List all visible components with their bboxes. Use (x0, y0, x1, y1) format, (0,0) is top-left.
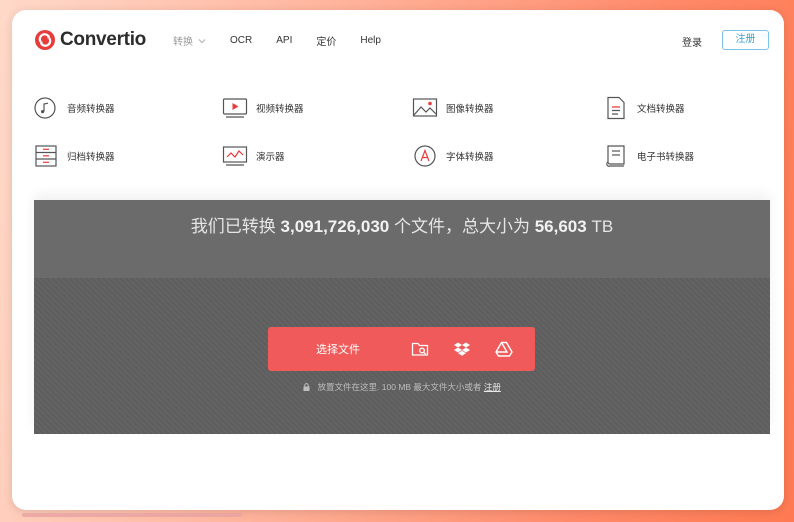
archive-icon (35, 145, 57, 167)
drop-hint: 放置文件在这里. 100 MB 最大文件大小或者 注册 (34, 381, 770, 393)
music-note-icon (34, 97, 56, 119)
menu-label-font: 字体转换器 (446, 152, 494, 163)
register-button[interactable]: 注册 (722, 30, 769, 50)
menu-item-video[interactable]: 视频转换器 (222, 96, 304, 120)
ebook-icon (606, 145, 625, 167)
nav-api[interactable]: API (276, 35, 292, 46)
total-size: 56,603 (534, 217, 587, 236)
lock-icon (303, 383, 310, 391)
nav-help[interactable]: Help (360, 35, 381, 46)
upload-hero: 我们已转换 3,091,726,030 个文件，总大小为 56,603 TB 选… (34, 200, 770, 434)
menu-label-archive: 归档转换器 (67, 152, 115, 163)
menu-label-ebook: 电子书转换器 (637, 152, 695, 163)
drop-hint-text: 放置文件在这里. 100 MB 最大文件大小或者 (317, 382, 482, 392)
menu-label-video: 视频转换器 (256, 104, 304, 115)
convertio-logo-icon (35, 30, 55, 50)
stats-middle: 个文件，总大小为 (393, 217, 530, 236)
stats-prefix: 我们已转换 (190, 217, 276, 236)
presentation-icon (222, 146, 248, 166)
choose-files-button[interactable]: 选择文件 (268, 327, 535, 371)
menu-label-document: 文档转换器 (637, 104, 685, 115)
choose-files-label: 选择文件 (316, 344, 360, 356)
browser-window: Convertio 转换 OCR API 定价 Help 登录 注册 音频转换器… (12, 10, 784, 510)
folder-search-icon[interactable] (411, 340, 429, 358)
size-unit: TB (591, 217, 614, 236)
video-player-icon (222, 98, 248, 118)
menu-label-audio: 音频转换器 (67, 104, 115, 115)
menu-item-archive[interactable]: 归档转换器 (33, 144, 115, 168)
image-icon (412, 98, 438, 117)
google-drive-icon[interactable] (495, 340, 513, 358)
main-nav: 转换 OCR API 定价 Help (173, 33, 405, 48)
nav-convert-label: 转换 (173, 37, 193, 48)
menu-item-document[interactable]: 文档转换器 (603, 96, 685, 120)
menu-item-audio[interactable]: 音频转换器 (33, 96, 115, 120)
menu-item-ebook[interactable]: 电子书转换器 (603, 144, 694, 168)
register-link[interactable]: 注册 (484, 382, 501, 392)
document-icon (607, 96, 625, 120)
nav-convert[interactable]: 转换 (173, 33, 206, 48)
menu-label-presentation: 演示器 (256, 152, 285, 163)
dropbox-icon[interactable] (453, 340, 471, 358)
conversion-stats: 我们已转换 3,091,726,030 个文件，总大小为 56,603 TB (34, 212, 770, 237)
files-count: 3,091,726,030 (280, 217, 390, 236)
site-header: Convertio 转换 OCR API 定价 Help 登录 注册 (12, 10, 784, 72)
menu-item-image[interactable]: 图像转换器 (412, 96, 494, 120)
nav-pricing[interactable]: 定价 (316, 33, 336, 48)
converters-menu: 音频转换器 视频转换器 图像转换器 文档转换器 归档转换器 演示器 字体转换器 … (12, 80, 784, 198)
taskbar-indicator (22, 513, 242, 517)
chevron-down-icon (198, 38, 206, 43)
nav-ocr[interactable]: OCR (230, 35, 252, 46)
menu-label-image: 图像转换器 (446, 104, 494, 115)
login-link[interactable]: 登录 (682, 34, 702, 49)
menu-item-font[interactable]: 字体转换器 (412, 144, 494, 168)
font-icon (414, 145, 436, 167)
logo[interactable]: Convertio (34, 29, 146, 51)
menu-item-presentation[interactable]: 演示器 (222, 144, 285, 168)
brand-name: Convertio (60, 29, 146, 50)
